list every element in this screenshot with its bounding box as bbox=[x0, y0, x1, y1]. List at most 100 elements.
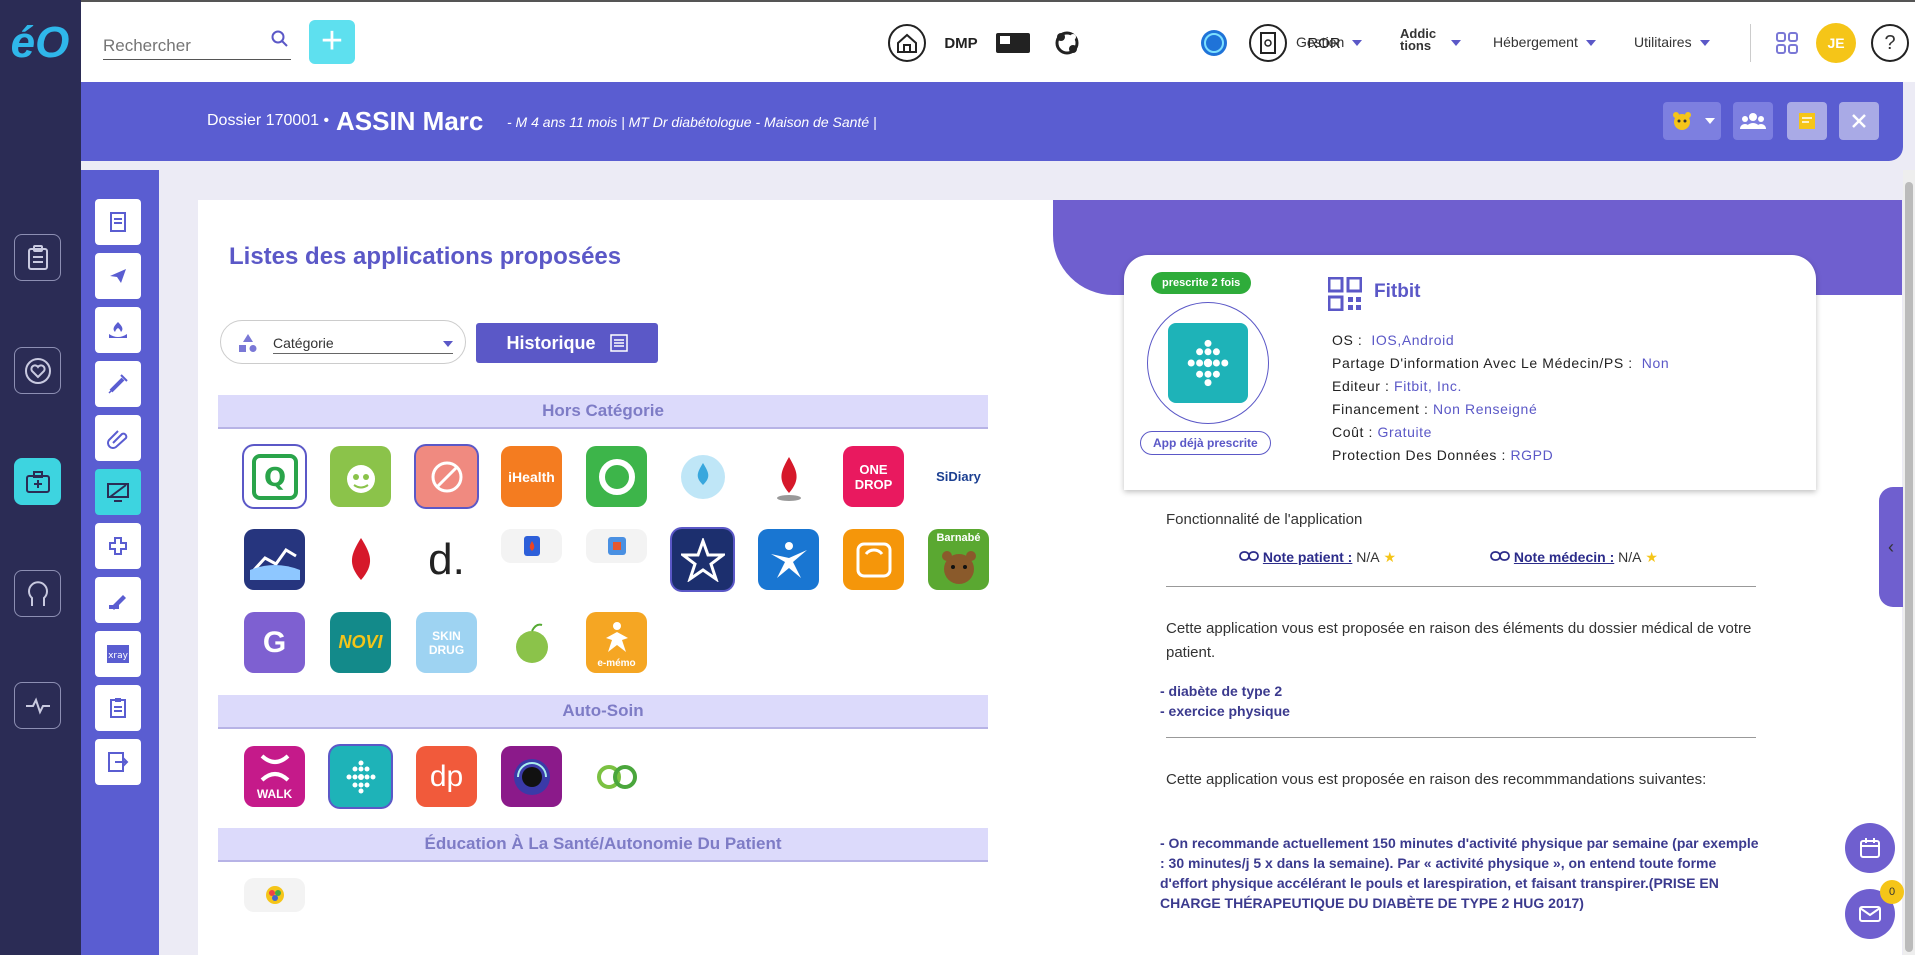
divider bbox=[1750, 24, 1751, 62]
sidebar-item-xray[interactable]: xray bbox=[95, 631, 141, 677]
app-education-icon[interactable] bbox=[244, 878, 305, 912]
chevron-down-icon bbox=[1352, 40, 1363, 47]
user-avatar[interactable]: JE bbox=[1816, 23, 1856, 63]
app-dp-icon[interactable]: dp bbox=[416, 746, 477, 807]
app-diabetes-drop-icon[interactable] bbox=[330, 529, 391, 590]
nsi-logo-icon[interactable] bbox=[1195, 24, 1233, 62]
menu-utilitaires[interactable]: Utilitaires bbox=[1634, 34, 1710, 50]
sidebar-item-medical[interactable] bbox=[95, 523, 141, 569]
scrollbar-thumb[interactable] bbox=[1905, 182, 1913, 952]
document-person-icon[interactable] bbox=[1249, 24, 1287, 62]
prop-value: Fitbit, Inc. bbox=[1394, 378, 1462, 394]
app-fitbit-icon[interactable] bbox=[330, 746, 391, 807]
menu-gestion[interactable]: Gestion bbox=[1296, 34, 1363, 50]
app-scale-icon[interactable] bbox=[843, 529, 904, 590]
app-ihealth-icon[interactable]: iHealth bbox=[501, 446, 562, 507]
app-novi-icon[interactable]: NOVI bbox=[330, 612, 391, 673]
doctor-rating[interactable]: Note médecin : N/A ★ bbox=[1490, 549, 1658, 566]
checklist-icon bbox=[110, 698, 126, 718]
card-reader-icon[interactable] bbox=[994, 24, 1032, 62]
history-button[interactable]: Historique bbox=[476, 323, 658, 363]
app-q-icon[interactable]: Q bbox=[244, 446, 305, 507]
sidebar-item-exit[interactable] bbox=[95, 739, 141, 785]
pulse-nav-button[interactable] bbox=[14, 682, 61, 729]
scrollbar[interactable] bbox=[1903, 170, 1915, 955]
envelope-icon bbox=[1859, 906, 1881, 922]
app-apple-icon[interactable] bbox=[501, 612, 562, 673]
sidebar-item-prescriptions[interactable] bbox=[95, 577, 141, 623]
menu-hebergement-label: Hébergement bbox=[1493, 34, 1578, 50]
notes-button[interactable] bbox=[1787, 102, 1827, 140]
prop-data-protection: Protection Des Données : RGPD bbox=[1332, 444, 1669, 467]
pen-paper-icon bbox=[109, 595, 126, 610]
patient-rating[interactable]: Note patient : N/A ★ bbox=[1239, 549, 1396, 566]
app-sidiary-icon[interactable]: SiDiary bbox=[928, 446, 989, 507]
chevron-left-icon: ‹ bbox=[1888, 537, 1894, 557]
app-skin-drug-icon[interactable]: SKIN DRUG bbox=[416, 612, 477, 673]
app-g-icon[interactable]: G bbox=[244, 612, 305, 673]
team-button[interactable] bbox=[1733, 102, 1773, 140]
app-chart-icon[interactable] bbox=[244, 529, 305, 590]
menu-utilitaires-label: Utilitaires bbox=[1634, 34, 1692, 50]
sidebar-item-messages[interactable] bbox=[95, 253, 141, 299]
doctor-rating-label: Note médecin : bbox=[1513, 549, 1615, 565]
sidebar-item-checklist[interactable] bbox=[95, 685, 141, 731]
calendar-button[interactable] bbox=[1845, 823, 1895, 873]
menu-addictions[interactable]: Addic tions bbox=[1400, 27, 1440, 52]
sidebar-item-applications[interactable] bbox=[95, 469, 141, 515]
menu-gestion-label: Gestion bbox=[1296, 34, 1345, 50]
close-button[interactable] bbox=[1839, 102, 1879, 140]
app-monster-icon[interactable] bbox=[330, 446, 391, 507]
head-nav-button[interactable] bbox=[14, 570, 61, 617]
prop-label: Partage D'information Avec Le Médecin/PS… bbox=[1332, 355, 1633, 371]
app-onedrop-icon[interactable]: ONE DROP bbox=[843, 446, 904, 507]
category-select[interactable]: Catégorie bbox=[220, 320, 466, 364]
already-prescribed-button[interactable]: App déjà prescrite bbox=[1140, 431, 1271, 455]
record-sidebar: xray bbox=[81, 170, 159, 955]
search-input[interactable] bbox=[103, 36, 263, 56]
prop-sharing: Partage D'information Avec Le Médecin/PS… bbox=[1332, 352, 1669, 375]
app-drop-small-icon[interactable] bbox=[501, 529, 562, 563]
app-ring-icon[interactable] bbox=[586, 446, 647, 507]
app-drop-bubble-icon[interactable] bbox=[672, 446, 733, 507]
reason-item: - exercice physique bbox=[1160, 703, 1290, 719]
clipboard-nav-button[interactable] bbox=[14, 234, 61, 281]
mascot-button[interactable] bbox=[1663, 102, 1721, 140]
dmp-link[interactable]: DMP bbox=[942, 24, 980, 62]
search-icon[interactable] bbox=[271, 30, 289, 53]
menu-addictions-caret[interactable] bbox=[1443, 34, 1461, 50]
app-rings-icon[interactable] bbox=[586, 746, 647, 807]
network-icon[interactable] bbox=[1048, 24, 1086, 62]
app-star-icon[interactable] bbox=[672, 529, 733, 590]
chevron-down-icon bbox=[1451, 40, 1461, 47]
app-d-icon[interactable]: d. bbox=[416, 529, 477, 590]
home-icon[interactable] bbox=[888, 24, 926, 62]
apps-grid-icon[interactable] bbox=[1768, 24, 1806, 62]
sidebar-item-summary[interactable] bbox=[95, 199, 141, 245]
app-walk-icon[interactable]: WALK bbox=[244, 746, 305, 807]
menu-hebergement[interactable]: Hébergement bbox=[1493, 34, 1596, 50]
collapse-panel-button[interactable]: ‹ bbox=[1879, 487, 1903, 607]
medical-case-nav-button[interactable] bbox=[14, 458, 61, 505]
category-underline bbox=[273, 353, 453, 354]
app-logo[interactable]: éO bbox=[10, 18, 70, 68]
app-pill-icon[interactable] bbox=[416, 446, 477, 507]
sidebar-item-injections[interactable] bbox=[95, 361, 141, 407]
sidebar-item-attachments[interactable] bbox=[95, 415, 141, 461]
app-sphere-icon[interactable] bbox=[501, 746, 562, 807]
patient-rating-label: Note patient : bbox=[1262, 549, 1353, 565]
app-barnabe-icon[interactable]: Barnabé bbox=[928, 529, 989, 590]
medical-bag-icon bbox=[25, 470, 50, 493]
medical-cross-icon bbox=[109, 537, 127, 555]
app-scale-small-icon[interactable] bbox=[586, 529, 647, 563]
add-button[interactable]: + bbox=[309, 20, 355, 64]
heart-nav-button[interactable] bbox=[14, 347, 61, 394]
app-blood-drop-icon[interactable] bbox=[758, 446, 819, 507]
qr-code-icon[interactable] bbox=[1328, 277, 1362, 311]
sidebar-item-care[interactable] bbox=[95, 307, 141, 353]
app-fitness-icon[interactable] bbox=[758, 529, 819, 590]
help-button[interactable]: ? bbox=[1871, 24, 1909, 62]
link-icon bbox=[1239, 551, 1259, 561]
chevron-down-icon bbox=[1585, 40, 1596, 47]
app-emento-icon[interactable]: e-mémo bbox=[586, 612, 647, 673]
